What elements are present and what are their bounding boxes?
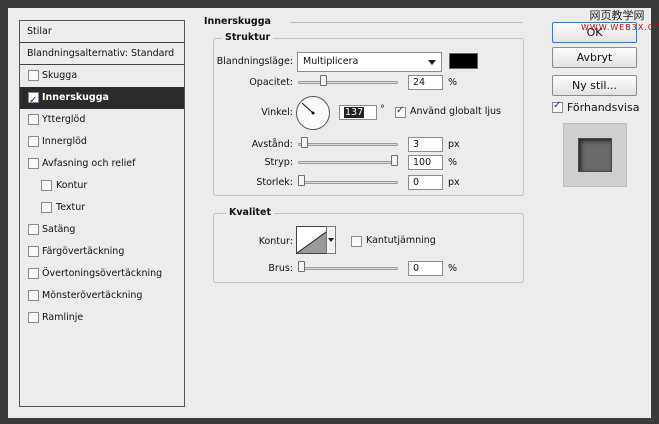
contour-dropdown-button[interactable] [326, 226, 336, 254]
style-item[interactable]: Skugga [20, 65, 184, 87]
checkbox-box[interactable] [552, 100, 563, 113]
section-title: Innerskugga [204, 16, 271, 27]
distance-input[interactable]: 3 [408, 137, 443, 152]
blend-mode-value: Multiplicera [303, 56, 359, 67]
antialias-label: Kantutjämning [366, 235, 436, 246]
chevron-down-icon [428, 60, 436, 65]
style-item[interactable]: Satäng [20, 219, 184, 241]
style-item-label: Kontur [56, 180, 88, 191]
use-global-light-label: Använd globalt ljus [410, 106, 502, 117]
style-checkbox[interactable] [28, 158, 39, 169]
style-item[interactable]: Innerskugga [20, 87, 184, 112]
slider-track [298, 81, 398, 84]
size-label: Storlek: [256, 177, 293, 188]
angle-unit: ° [380, 104, 385, 115]
structure-title: Struktur [222, 32, 274, 43]
contour-label: Kontur: [258, 236, 293, 247]
angle-dial[interactable] [296, 96, 330, 130]
size-input[interactable]: 0 [408, 175, 443, 190]
style-item-label: Övertoningsövertäckning [42, 268, 163, 279]
style-item[interactable]: Övertoningsövertäckning [20, 263, 184, 285]
slider-thumb[interactable] [320, 75, 327, 86]
style-item[interactable]: Avfasning och relief [20, 153, 184, 175]
distance-slider[interactable] [298, 137, 398, 148]
choke-slider[interactable] [298, 155, 398, 166]
watermark: 网页教学网 WWW.WEB3X.COM [581, 9, 659, 34]
section-divider [290, 22, 522, 23]
style-item-label: Innerskugga [42, 92, 109, 103]
slider-track [298, 181, 398, 184]
choke-label: Stryp: [264, 157, 293, 168]
slider-thumb[interactable] [298, 175, 305, 186]
blend-mode-label: Blandningsläge: [216, 56, 293, 67]
slider-thumb[interactable] [391, 155, 398, 166]
noise-input[interactable]: 0 [408, 261, 443, 276]
watermark-text: 网页教学网 [589, 9, 645, 22]
style-item-label: Innerglöd [42, 136, 87, 147]
opacity-input[interactable]: 24 [408, 75, 443, 90]
style-checkbox[interactable] [28, 312, 39, 323]
quality-title: Kvalitet [226, 207, 275, 218]
cancel-button[interactable]: Avbryt [552, 47, 637, 68]
style-item-label: Ramlinje [42, 312, 84, 323]
style-item[interactable]: Kontur [20, 175, 184, 197]
noise-slider[interactable] [298, 261, 398, 272]
style-item[interactable]: Mönsterövertäckning [20, 285, 184, 307]
opacity-unit: % [448, 77, 458, 88]
shadow-color-swatch[interactable] [449, 53, 478, 69]
preview-swatch [578, 138, 612, 172]
style-checkbox[interactable] [28, 136, 39, 147]
distance-unit: px [448, 139, 460, 150]
size-unit: px [448, 177, 460, 188]
angle-indicator [301, 102, 315, 115]
style-checkbox[interactable] [28, 114, 39, 125]
style-item[interactable]: Textur [20, 197, 184, 219]
new-style-button[interactable]: Ny stil... [552, 75, 637, 96]
choke-unit: % [448, 157, 458, 168]
style-item-label: Avfasning och relief [42, 158, 136, 169]
style-checkbox[interactable] [41, 202, 52, 213]
style-checkbox[interactable] [28, 246, 39, 257]
blend-mode-select[interactable]: Multiplicera [297, 52, 442, 72]
checkbox-box[interactable] [395, 105, 406, 118]
style-item[interactable]: Ytterglöd [20, 109, 184, 131]
blending-options-item[interactable]: Blandningsalternativ: Standard [20, 43, 184, 65]
style-checkbox[interactable] [28, 268, 39, 279]
distance-label: Avstånd: [251, 139, 293, 150]
style-item-label: Satäng [42, 224, 76, 235]
styles-header[interactable]: Stilar [20, 21, 184, 43]
style-item-label: Skugga [42, 70, 78, 81]
watermark-url: WWW.WEB3X.COM [581, 23, 659, 32]
style-item-label: Färgövertäckning [42, 246, 125, 257]
noise-label: Brus: [268, 263, 293, 274]
checkbox-box[interactable] [351, 236, 362, 247]
style-checkbox[interactable] [28, 90, 39, 112]
slider-track [298, 161, 398, 164]
size-slider[interactable] [298, 175, 398, 186]
angle-label: Vinkel: [261, 107, 293, 118]
angle-value: 137 [344, 107, 365, 118]
style-checkbox[interactable] [28, 70, 39, 81]
style-checkbox[interactable] [41, 180, 52, 191]
style-item[interactable]: Färgövertäckning [20, 241, 184, 263]
angle-input[interactable]: 137 [339, 105, 377, 120]
styles-list: Stilar Blandningsalternativ: Standard Sk… [19, 20, 185, 407]
style-item[interactable]: Ramlinje [20, 307, 184, 329]
slider-track [298, 143, 398, 146]
slider-thumb[interactable] [298, 261, 305, 272]
style-preview [563, 123, 627, 187]
preview-label: Förhandsvisa [567, 101, 640, 114]
noise-unit: % [448, 263, 458, 274]
opacity-label: Opacitet: [249, 77, 293, 88]
style-checkbox[interactable] [28, 290, 39, 301]
style-item-label: Ytterglöd [42, 114, 86, 125]
slider-track [298, 267, 398, 270]
style-item-label: Mönsterövertäckning [42, 290, 143, 301]
choke-input[interactable]: 100 [408, 155, 443, 170]
style-checkbox[interactable] [28, 224, 39, 235]
slider-thumb[interactable] [301, 137, 308, 148]
opacity-slider[interactable] [298, 75, 398, 86]
style-item-label: Textur [56, 202, 86, 213]
style-item[interactable]: Innerglöd [20, 131, 184, 153]
